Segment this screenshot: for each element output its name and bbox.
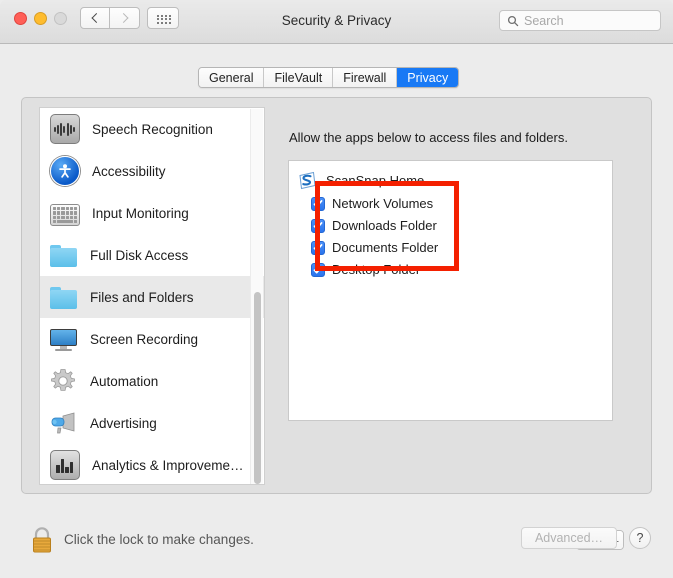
close-button[interactable]: [14, 12, 27, 25]
advanced-button: Advanced…: [521, 527, 617, 549]
tab-bar: General FileVault Firewall Privacy: [198, 67, 460, 88]
checkbox-checked-icon[interactable]: [311, 196, 325, 211]
sidebar-item-automation[interactable]: Automation: [40, 360, 264, 402]
sidebar-item-analytics-improvements[interactable]: Analytics & Improveme…: [40, 444, 264, 484]
app-permission-list[interactable]: ScanSnap Home Network Volumes Downloads …: [288, 160, 613, 421]
tab-general[interactable]: General: [199, 68, 265, 87]
sidebar-item-accessibility[interactable]: Accessibility: [40, 150, 264, 192]
waveform-icon: [50, 114, 80, 144]
help-button[interactable]: ?: [629, 527, 651, 549]
sidebar-item-label: Automation: [90, 373, 159, 389]
lock-closed-icon[interactable]: [29, 525, 55, 555]
permission-label: Network Volumes: [332, 196, 434, 211]
tab-privacy[interactable]: Privacy: [397, 68, 459, 87]
sidebar-item-label: Analytics & Improveme…: [92, 457, 244, 473]
chevron-right-icon: [118, 13, 129, 23]
permission-row-documents-folder[interactable]: Documents Folder: [311, 238, 438, 257]
permission-row-network-volumes[interactable]: Network Volumes: [311, 194, 433, 213]
security-privacy-window: Security & Privacy Search General FileVa…: [0, 0, 673, 578]
sidebar-item-label: Full Disk Access: [90, 247, 189, 263]
window-titlebar: Security & Privacy Search: [0, 0, 673, 44]
back-button[interactable]: [80, 7, 110, 29]
tab-filevault[interactable]: FileVault: [264, 68, 334, 87]
checkbox-checked-icon[interactable]: [311, 262, 325, 277]
permission-row-desktop-folder[interactable]: Desktop Folder: [311, 260, 420, 279]
sidebar-item-label: Screen Recording: [90, 331, 199, 347]
sidebar-item-screen-recording[interactable]: Screen Recording: [40, 318, 264, 360]
sidebar-item-label: Accessibility: [92, 163, 166, 179]
search-icon: [507, 15, 519, 27]
privacy-content-panel: Speech Recognition Accessibility Input M…: [21, 97, 652, 550]
sidebar-scrollbar[interactable]: [250, 109, 263, 484]
grid-icon: [156, 14, 172, 25]
folder-icon: [50, 244, 78, 269]
accessibility-icon: [50, 156, 80, 186]
sidebar-item-speech-recognition[interactable]: Speech Recognition: [40, 108, 264, 150]
checkbox-checked-icon[interactable]: [311, 218, 325, 233]
instruction-text: Allow the apps below to access files and…: [289, 130, 568, 145]
keyboard-icon: [50, 204, 80, 226]
minimize-button[interactable]: [34, 12, 47, 25]
permissions-pane: Allow the apps below to access files and…: [285, 107, 635, 550]
search-input[interactable]: Search: [499, 10, 661, 31]
search-placeholder: Search: [524, 14, 564, 28]
forward-button: [110, 7, 140, 29]
sidebar-item-label: Files and Folders: [90, 289, 194, 305]
bottom-bar: Click the lock to make changes. Advanced…: [0, 512, 673, 578]
sidebar-item-label: Input Monitoring: [92, 205, 189, 221]
app-name-label: ScanSnap Home: [326, 172, 425, 188]
permission-label: Desktop Folder: [332, 262, 421, 277]
gear-icon: [50, 367, 78, 395]
permission-row-downloads-folder[interactable]: Downloads Folder: [311, 216, 437, 235]
checkbox-checked-icon[interactable]: [311, 240, 325, 255]
tab-firewall[interactable]: Firewall: [333, 68, 398, 87]
scansnap-icon: [298, 171, 317, 190]
show-all-button[interactable]: [147, 7, 179, 29]
bar-chart-icon: [50, 450, 80, 480]
sidebar-scrollbar-thumb[interactable]: [254, 292, 261, 484]
display-icon: [50, 328, 78, 353]
privacy-category-list[interactable]: Speech Recognition Accessibility Input M…: [39, 107, 265, 485]
megaphone-icon: [50, 409, 78, 437]
permission-label: Downloads Folder: [332, 218, 437, 233]
sidebar-item-input-monitoring[interactable]: Input Monitoring: [40, 192, 264, 234]
list-item-scansnap-home[interactable]: ScanSnap Home: [298, 169, 424, 191]
sidebar-item-files-and-folders[interactable]: Files and Folders: [40, 276, 264, 318]
chevron-left-icon: [91, 13, 102, 23]
sidebar-item-label: Advertising: [90, 415, 157, 431]
lock-hint-text: Click the lock to make changes.: [64, 532, 254, 547]
folder-icon: [50, 286, 78, 311]
zoom-button: [54, 12, 67, 25]
sidebar-item-label: Speech Recognition: [92, 121, 213, 137]
sidebar-item-advertising[interactable]: Advertising: [40, 402, 264, 444]
permission-label: Documents Folder: [332, 240, 439, 255]
sidebar-item-full-disk-access[interactable]: Full Disk Access: [40, 234, 264, 276]
